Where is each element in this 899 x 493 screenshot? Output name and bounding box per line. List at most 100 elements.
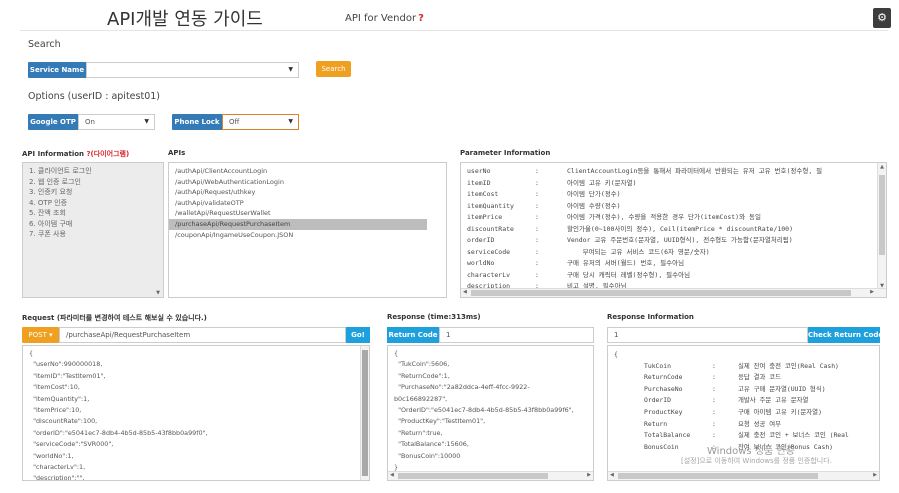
diagram-link[interactable]: ?(다이어그램) [86,150,129,158]
response-field-name: TotalBalance [644,431,691,440]
list-item[interactable]: 6. 아이템 구매 [23,219,163,230]
response-field-separator: : [712,407,716,416]
api-list-item[interactable]: /walletApi/RequestUserWallet [169,208,446,219]
apis-list[interactable]: /authApi/ClientAccountLogin /authApi/Web… [168,162,447,298]
list-item[interactable]: 3. 인증키 요청 [23,187,163,198]
response-field-name: ProductKey [644,407,683,416]
response-info-row: Return: 요청 성공 여부 [614,419,878,431]
scrollbar[interactable]: ▼ [154,163,163,297]
settings-button[interactable]: ⚙ [873,8,891,28]
list-item[interactable]: 7. 쿠폰 사용 [23,229,163,240]
list-item[interactable]: 2. 웹 인증 로그인 [23,177,163,188]
request-body-text[interactable]: { "userNo":990000018, "itemID":"TestItem… [29,348,359,480]
api-information-header: API Information ?(다이어그램) [22,149,129,159]
list-item[interactable]: 1. 클라이언트 로그인 [23,166,163,177]
go-button[interactable]: Go! [346,327,370,343]
search-button[interactable]: Search [316,61,351,77]
request-body-line: "itemQuantity":1, [29,394,90,403]
check-return-code-button[interactable]: Check Return Code [808,327,883,343]
scroll-right-icon[interactable]: ▶ [587,472,591,478]
horizontal-scrollbar[interactable]: ◀ ▶ [388,471,593,480]
vertical-scrollbar[interactable]: ▲ ▼ [877,163,886,290]
list-item[interactable]: 5. 잔액 조회 [23,208,163,219]
parameter-description: 구매 유저의 서버(월드) 번호, 필수아님 [567,259,685,267]
parameter-description: 할인가율(0~100사이의 정수), Ceil(itemPrice * disc… [567,224,794,233]
response-header: Response (time:313ms) [387,313,481,321]
parameter-description: 아이템 고유 키(문자열) [567,178,637,187]
response-body-line: "ProductKey":"TestItem01", [394,417,486,426]
parameter-row: itemCost: 아이템 단가(정수) [467,189,877,201]
response-field-name: PurchaseNo [644,384,683,393]
parameter-name: orderID [467,236,495,244]
request-body-editor[interactable]: { "userNo":990000018, "itemID":"TestItem… [22,345,370,481]
request-url-input[interactable]: /purchaseApi/RequestPurchaseItem [59,327,346,343]
chevron-down-icon: ▼ [288,118,293,125]
response-code-input[interactable]: 1 [607,327,808,343]
horizontal-scrollbar[interactable]: ◀ ▶ [608,471,879,480]
parameter-information-box[interactable]: userNo: ClientAccountLogin등을 통해서 파라미터에서 반… [460,162,887,298]
response-body-line: "BonusCoin":10000 [394,451,461,460]
response-field-description: 응답 결과 코드 [738,373,781,382]
scroll-left-icon[interactable]: ◀ [463,289,467,295]
method-dropdown[interactable]: POST ▾ [22,327,59,343]
page-title: API개발 연동 가이드 [107,9,263,30]
parameter-description: Vendor 고유 주문번호(문자열, UUID형식), 전수형도 가능함(문자… [567,236,793,244]
phone-lock-select[interactable]: Off ▼ [222,114,299,130]
api-list-item-selected[interactable]: /purchaseApi/RequestPurchaseItem [169,218,427,230]
vertical-scrollbar[interactable] [360,346,369,480]
response-info-row: TotalBalance: 실제 충전 코인 + 보너스 코인 (Real [614,430,878,442]
parameter-separator: : [535,236,539,244]
parameter-row: itemPrice: 아이템 가격(정수), 수량을 적용한 경우 단가(item… [467,212,877,224]
horizontal-scrollbar[interactable]: ◀ ▶ [461,288,886,297]
parameter-name: itemCost [467,190,499,198]
scroll-thumb[interactable] [879,175,885,255]
help-icon[interactable]: ? [418,13,424,24]
request-body-line: "orderID":"e5041ec7-8db4-4b5d-85b5-43f8b… [29,428,208,437]
list-item[interactable]: 4. OTP 인증 [23,198,163,209]
scroll-up-icon[interactable]: ▲ [878,164,886,170]
parameter-row: characterLv: 구매 당시 캐릭터 레벨(정수형), 필수아님 [467,270,877,282]
request-body-line: "itemCost":10, [29,383,80,392]
api-list-item[interactable]: /authApi/WebAuthenticationLogin [169,177,446,188]
service-name-select[interactable]: ▼ [86,62,299,78]
response-body-line: "TukCoin":5606, [394,360,450,369]
response-information-header: Response Information [607,313,694,321]
parameter-row: userNo: ClientAccountLogin등을 통해서 파라미터에서 반… [467,166,877,178]
api-list-item[interactable]: /authApi/Request/uthkey [169,187,446,198]
scroll-left-icon[interactable]: ◀ [390,472,394,478]
scroll-thumb[interactable] [398,473,548,479]
request-body-line: "characterLv":1, [29,463,86,472]
google-otp-select[interactable]: On ▼ [78,114,155,130]
parameter-row: discountRate: 할인가율(0~100사이의 정수), Ceil(ite… [467,224,877,236]
request-body-line: "serviceCode":"SVR000", [29,440,114,449]
api-list-item[interactable]: /authApi/validateOTP [169,198,446,209]
parameter-row: orderID: Vendor 고유 주문번호(문자열, UUID형식), 전수형… [467,235,877,247]
response-body-box[interactable]: { "TukCoin":5606, "ReturnCode":1, "Purch… [387,345,594,481]
api-information-list[interactable]: 1. 클라이언트 로그인 2. 웹 인증 로그인 3. 인증키 요청 4. OT… [22,162,164,298]
parameter-separator: : [535,224,539,233]
response-field-name: OrderID [644,396,671,405]
parameter-name: characterLv [467,270,511,279]
api-list-item[interactable]: /authApi/ClientAccountLogin [169,166,446,177]
parameter-name: itemPrice [467,213,503,221]
response-field-name: ReturnCode [644,373,683,382]
scroll-right-icon[interactable]: ▶ [873,472,877,478]
parameter-separator: : [535,213,539,221]
return-code-input[interactable]: 1 [439,327,594,343]
google-otp-value: On [85,118,95,126]
scroll-right-icon[interactable]: ▶ [870,289,874,295]
scroll-thumb[interactable] [471,290,851,296]
activation-watermark-title: Windows 정품 인증 [707,446,795,457]
parameter-description: 부여되는 고유 서비스 코드(6자 영문/숫자) [567,247,710,256]
response-field-description: 실제 잔여 충전 코인(Real Cash) [738,361,839,370]
api-list-item[interactable]: /couponApi/IngameUseCoupon.JSON [169,230,446,241]
parameter-name: itemID [467,178,491,187]
response-body-line: "Return":true, [394,428,443,437]
scroll-thumb[interactable] [362,350,368,476]
parameter-description: 아이템 가격(정수), 수량을 적용한 경우 단가(itemCost)와 동일 [567,213,761,221]
scroll-thumb[interactable] [618,473,818,479]
parameter-separator: : [535,178,539,187]
scroll-down-icon[interactable]: ▼ [154,290,162,296]
activation-watermark-text: [설정]으로 이동하여 Windows를 정품 인증합니다. [681,457,832,465]
scroll-left-icon[interactable]: ◀ [610,472,614,478]
